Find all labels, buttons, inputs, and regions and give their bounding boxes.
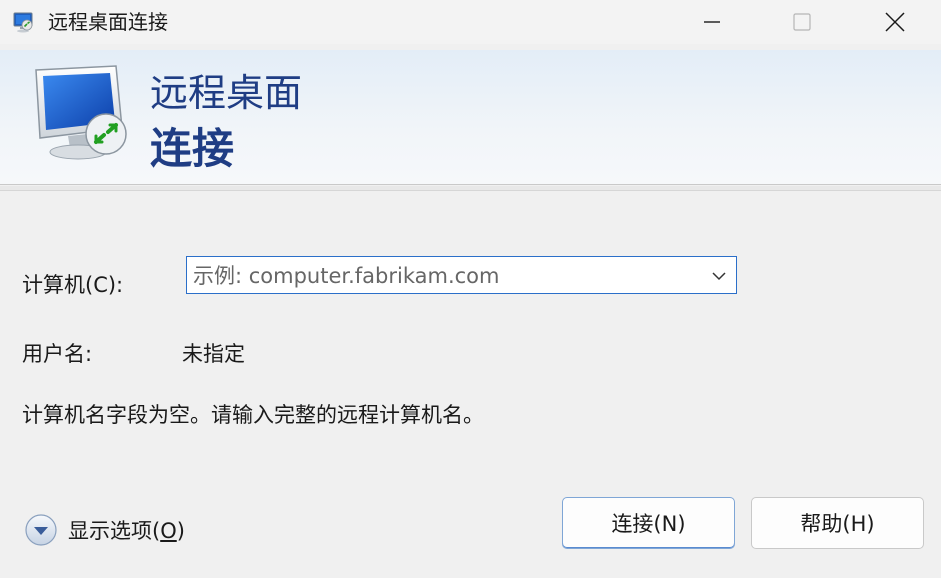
title-bar[interactable]: 远程桌面连接	[0, 0, 941, 44]
maximize-icon	[793, 13, 811, 31]
window-title: 远程桌面连接	[48, 10, 168, 34]
status-message: 计算机名字段为空。请输入完整的远程计算机名。	[22, 403, 484, 427]
expand-circle-icon[interactable]	[24, 513, 58, 547]
help-button[interactable]: 帮助(H)	[751, 497, 924, 549]
banner-divider	[0, 186, 941, 191]
monitor-icon	[35, 65, 127, 160]
remote-desktop-window: 远程桌面连接 远程桌面 连接 计算机(C): 示例: computer.fabr…	[0, 0, 941, 578]
remote-desktop-icon	[13, 12, 33, 33]
close-icon	[885, 12, 905, 32]
username-value: 未指定	[182, 342, 245, 366]
show-options-toggle[interactable]: 显示选项(O)	[24, 510, 185, 550]
minimize-icon	[704, 21, 720, 23]
chevron-down-icon[interactable]	[710, 267, 728, 285]
username-label: 用户名:	[22, 342, 93, 366]
minimize-button[interactable]	[672, 0, 752, 44]
banner-title-line1: 远程桌面	[150, 71, 303, 115]
computer-input[interactable]	[191, 261, 695, 291]
show-options-label[interactable]: 显示选项(O)	[68, 515, 185, 545]
close-button[interactable]	[855, 0, 935, 44]
connect-button[interactable]: 连接(N)	[562, 497, 735, 549]
header-banner: 远程桌面 连接	[0, 50, 941, 185]
computer-combobox[interactable]	[186, 256, 737, 294]
banner-title-line2: 连接	[150, 124, 235, 173]
computer-label: 计算机(C):	[22, 273, 124, 297]
maximize-button[interactable]	[762, 0, 842, 44]
